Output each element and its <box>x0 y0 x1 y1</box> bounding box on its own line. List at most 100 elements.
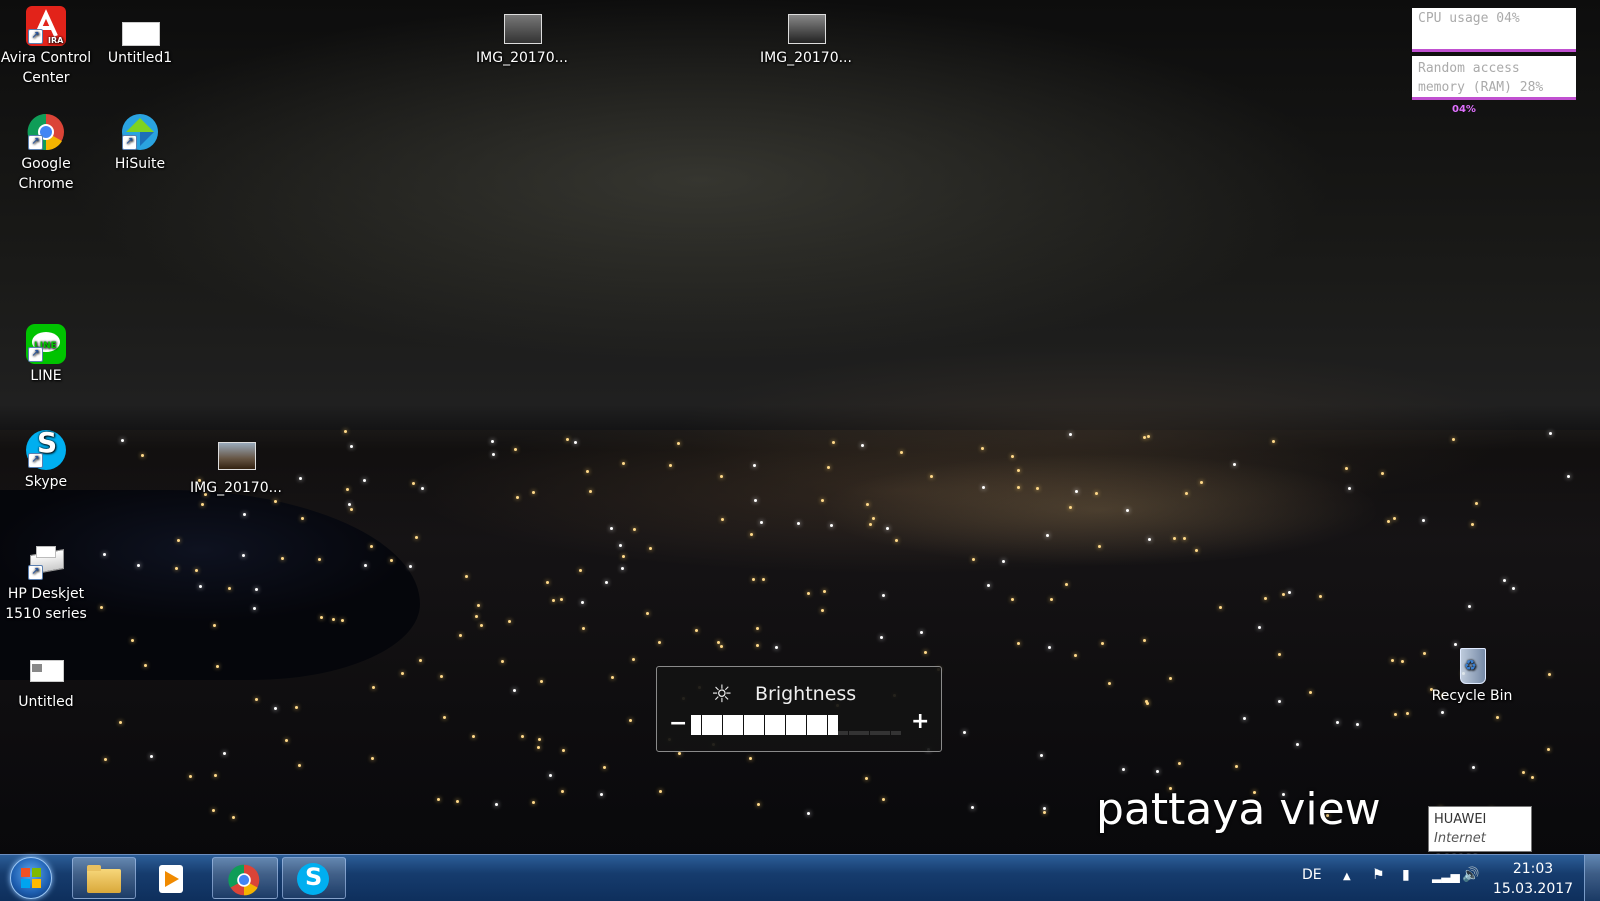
desktop-icon-skype[interactable]: S ↗ Skype <box>0 429 92 492</box>
photo-icon <box>502 6 542 46</box>
desktop-icon-hp-deskjet[interactable]: ↗ HP Deskjet 1510 series <box>0 542 92 624</box>
taskbar-skype[interactable]: S <box>282 857 346 899</box>
desktop-icon-img-1[interactable]: IMG_20170... <box>476 6 568 68</box>
show-hidden-icons-icon[interactable]: ▲ <box>1343 871 1351 882</box>
brightness-segment-empty <box>869 731 880 735</box>
city-light <box>621 461 625 465</box>
city-light <box>194 568 198 572</box>
city-light <box>480 623 484 627</box>
language-indicator[interactable]: DE <box>1302 867 1322 883</box>
volume-icon[interactable]: 🔊 <box>1462 867 1479 883</box>
brightness-decrease-button[interactable]: − <box>669 711 687 736</box>
tooltip-title: HUAWEI <box>1434 812 1487 827</box>
city-light <box>1047 646 1051 650</box>
city-light <box>899 450 903 454</box>
city-light <box>349 444 353 448</box>
brightness-segment-empty <box>848 731 859 735</box>
city-light <box>753 463 757 467</box>
brightness-segment-filled <box>806 715 817 735</box>
brightness-increase-button[interactable]: + <box>911 709 929 734</box>
desktop-icon-untitled1[interactable]: Untitled1 <box>94 6 186 68</box>
city-light <box>1263 597 1267 601</box>
document-icon <box>120 6 160 46</box>
shortcut-arrow-icon: ↗ <box>28 453 43 468</box>
desktop-icon-hisuite[interactable]: ↗ HiSuite <box>94 112 186 174</box>
desktop-icon-line[interactable]: LINE ↗ LINE <box>0 324 92 386</box>
taskbar-media-player[interactable] <box>140 857 204 899</box>
city-light <box>628 718 632 722</box>
city-light <box>1242 717 1246 721</box>
city-light <box>1155 770 1159 774</box>
sun-icon: ☼ <box>711 680 733 708</box>
city-light <box>585 469 589 473</box>
show-desktop-button[interactable] <box>1584 855 1600 901</box>
media-player-icon <box>155 863 189 895</box>
city-light <box>546 580 550 584</box>
desktop-icon-label: Skype <box>24 474 68 490</box>
city-light <box>821 498 825 502</box>
city-light <box>100 605 104 609</box>
city-light <box>970 806 974 810</box>
action-center-flag-icon[interactable]: ⚑ <box>1372 867 1385 883</box>
network-signal-icon[interactable]: ▂▃▅ <box>1432 869 1460 883</box>
city-light <box>241 553 245 557</box>
start-button[interactable] <box>10 857 52 899</box>
brightness-segment-filled <box>722 715 733 735</box>
city-light <box>143 664 147 668</box>
city-light <box>1318 594 1322 598</box>
city-light <box>188 774 192 778</box>
skype-icon: S ↗ <box>26 429 66 470</box>
city-light <box>118 721 122 725</box>
desktop-icon-google-chrome[interactable]: ↗ Google Chrome <box>0 112 92 194</box>
taskbar-file-explorer[interactable] <box>72 857 136 899</box>
shortcut-arrow-icon: ↗ <box>28 565 43 580</box>
city-light <box>609 526 613 530</box>
brightness-title: Brightness <box>755 683 857 705</box>
taskbar-chrome[interactable] <box>212 857 278 899</box>
desktop-icon-untitled[interactable]: Untitled <box>0 650 92 712</box>
city-light <box>829 523 833 527</box>
city-light <box>1355 722 1359 726</box>
city-light <box>1094 491 1098 495</box>
city-light <box>610 675 614 679</box>
desktop-icon-avira[interactable]: IRA ↗ Avira Control Center <box>0 6 92 88</box>
city-light <box>273 707 277 711</box>
city-light <box>923 651 927 655</box>
city-light <box>871 517 875 521</box>
city-light <box>581 626 585 630</box>
brightness-segment-filled <box>733 715 743 735</box>
city-light <box>1386 519 1390 523</box>
city-light <box>1394 712 1398 716</box>
chrome-icon <box>227 863 261 896</box>
desktop-icon-img-2[interactable]: IMG_20170... <box>760 6 852 68</box>
brightness-segment-filled <box>691 715 701 735</box>
desktop-icon-label: IMG_20170... <box>190 480 282 496</box>
brightness-segment-empty <box>880 731 890 735</box>
battery-icon[interactable]: ▮ <box>1402 867 1410 883</box>
desktop-icon-recycle-bin[interactable]: ♻ Recycle Bin <box>1426 644 1518 706</box>
city-light <box>252 606 256 610</box>
city-light <box>1010 598 1014 602</box>
desktop-icon-label: HiSuite <box>114 156 166 172</box>
city-light <box>1495 716 1499 720</box>
city-light <box>512 688 516 692</box>
city-light <box>1287 590 1291 594</box>
city-light <box>759 520 763 524</box>
ram-usage-label-line2: memory (RAM) 28% <box>1418 80 1544 95</box>
city-light <box>1471 765 1475 769</box>
city-light <box>1147 537 1151 541</box>
desktop-icon-label: LINE <box>30 368 62 384</box>
city-light <box>1308 690 1312 694</box>
city-light <box>1010 454 1014 458</box>
city-light <box>409 564 413 568</box>
city-light <box>559 597 563 601</box>
brightness-flyout: ☼ Brightness − + <box>656 666 942 752</box>
brightness-slider[interactable] <box>691 715 901 735</box>
desktop-icon-img-3[interactable]: IMG_20170... <box>190 436 282 498</box>
city-light <box>198 585 202 589</box>
file-explorer-icon <box>87 863 121 895</box>
city-light <box>420 486 424 490</box>
system-clock[interactable]: 21:03 15.03.2017 <box>1490 859 1576 899</box>
city-light <box>1069 505 1073 509</box>
ram-usage-widget: Random access memory (RAM) 28% <box>1412 56 1576 100</box>
